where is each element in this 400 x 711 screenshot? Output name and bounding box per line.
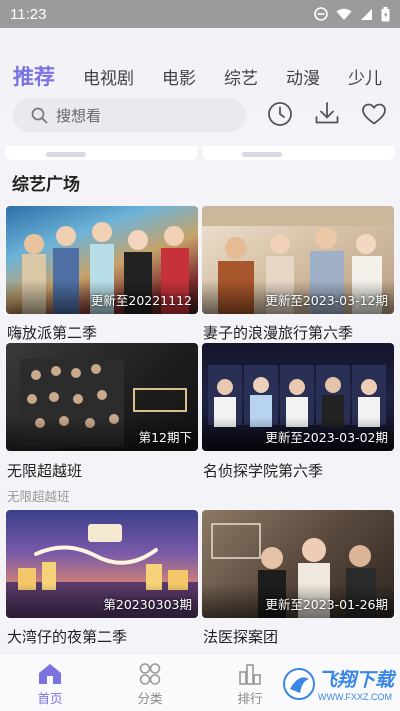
search-icon <box>31 107 48 123</box>
show-title[interactable]: 无限超越班 <box>7 460 82 481</box>
do-not-disturb-icon <box>314 7 328 21</box>
status-bar: 11:23 <box>0 0 400 28</box>
episode-badge: 第20230303期 <box>103 597 192 612</box>
show-card[interactable]: 第20230303期 <box>6 510 198 618</box>
episode-badge: 更新至2023-03-12期 <box>265 293 388 308</box>
show-title[interactable]: 名侦探学院第六季 <box>203 460 323 481</box>
battery-icon <box>381 6 390 21</box>
home-icon <box>39 664 61 684</box>
watermark: 飞翔下载 WWW.FXXZ.COM <box>282 663 394 707</box>
history-icon[interactable] <box>266 100 294 128</box>
show-card[interactable]: 更新至2023-03-12期 <box>202 206 394 314</box>
tab-variety[interactable]: 综艺 <box>224 64 258 89</box>
tab-kids[interactable]: 少儿 <box>348 64 382 89</box>
signal-icon <box>361 8 372 20</box>
scrolled-card-stub <box>202 146 394 160</box>
tab-anime[interactable]: 动漫 <box>286 64 320 89</box>
header: 推荐 电视剧 电影 综艺 动漫 少儿 搜想看 <box>0 28 400 160</box>
favorite-icon[interactable] <box>360 100 388 128</box>
nav-category[interactable]: 分类 <box>120 654 180 711</box>
category-icon <box>139 663 161 685</box>
show-card[interactable]: 第12期下 <box>6 343 198 451</box>
episode-badge: 更新至20221112 <box>90 293 192 308</box>
search-placeholder: 搜想看 <box>56 106 102 125</box>
scrolled-card-stub <box>6 146 198 160</box>
tab-recommend[interactable]: 推荐 <box>13 61 55 91</box>
watermark-text: 飞翔下载 <box>318 669 395 691</box>
watermark-logo-icon <box>283 668 315 700</box>
show-title[interactable]: 妻子的浪漫旅行第六季 <box>203 322 353 343</box>
show-card[interactable]: 更新至2023-03-02期 <box>202 343 394 451</box>
nav-ranking-label: 排行 <box>237 691 263 706</box>
nav-category-label: 分类 <box>137 691 163 706</box>
show-title[interactable]: 法医探案团 <box>203 626 278 647</box>
section-title: 综艺广场 <box>12 175 80 195</box>
show-title[interactable]: 嗨放派第二季 <box>7 322 97 343</box>
status-time: 11:23 <box>10 5 47 23</box>
search-input[interactable]: 搜想看 <box>13 98 246 132</box>
show-card[interactable]: 更新至20221112 <box>6 206 198 314</box>
tab-tv-series[interactable]: 电视剧 <box>83 64 134 89</box>
nav-home[interactable]: 首页 <box>20 654 80 711</box>
watermark-url: WWW.FXXZ.COM <box>318 692 392 702</box>
show-subtitle: 无限超越班 <box>7 489 70 504</box>
episode-badge: 第12期下 <box>138 430 192 445</box>
nav-home-label: 首页 <box>37 691 63 706</box>
category-tabs: 推荐 电视剧 电影 综艺 动漫 少儿 <box>0 60 400 92</box>
wifi-icon <box>336 8 352 20</box>
nav-ranking[interactable]: 排行 <box>220 654 280 711</box>
show-card[interactable]: 更新至2023-01-26期 <box>202 510 394 618</box>
episode-badge: 更新至2023-01-26期 <box>265 597 388 612</box>
download-icon[interactable] <box>313 100 341 128</box>
tab-movies[interactable]: 电影 <box>162 64 196 89</box>
show-title[interactable]: 大湾仔的夜第二季 <box>7 626 127 647</box>
episode-badge: 更新至2023-03-02期 <box>265 430 388 445</box>
ranking-icon <box>239 664 261 685</box>
